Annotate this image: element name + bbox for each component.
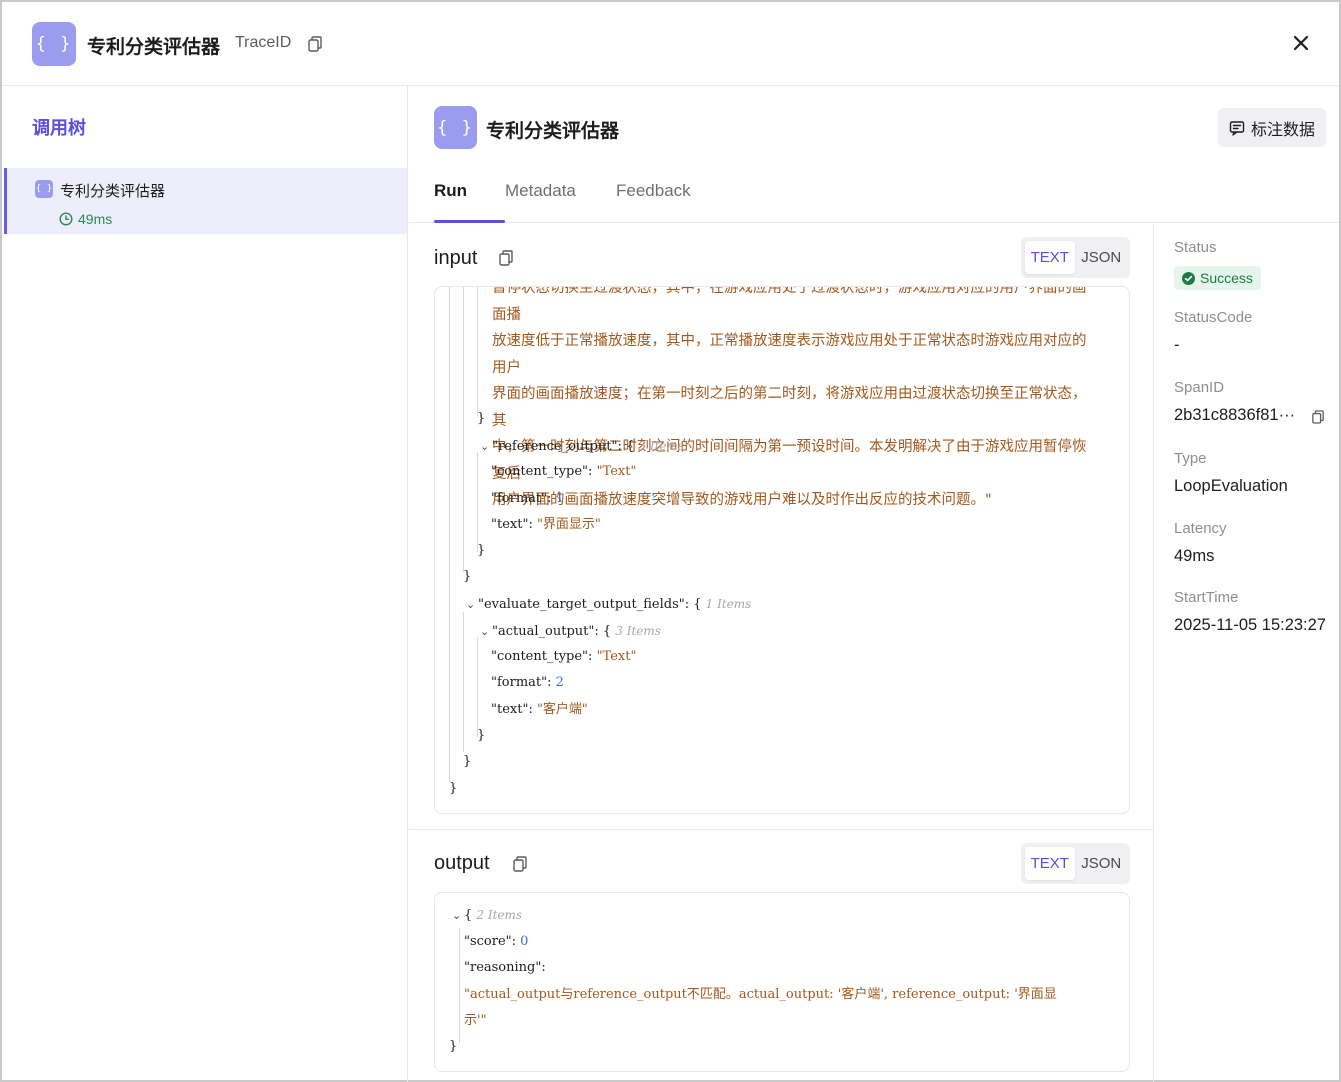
braces-icon: { } — [35, 180, 53, 198]
tree-node-latency: 49ms — [59, 211, 112, 227]
type-label: Type — [1174, 450, 1207, 467]
close-icon[interactable] — [1290, 32, 1312, 54]
span-title: 专利分类评估器 — [486, 121, 620, 142]
span-header: { } 专利分类评估器 标注数据 Run Metadata Feedback — [409, 86, 1339, 223]
call-tree-panel: 调用树 { } 专利分类评估器 49ms — [2, 86, 408, 1082]
tab-feedback[interactable]: Feedback — [616, 181, 691, 223]
panel-header: { } 专利分类评估器 TraceID — [2, 2, 1339, 86]
panel-title: 专利分类评估器 — [87, 37, 221, 58]
actual-output-row[interactable]: ⌄ "actual_output": { 3 Items — [480, 618, 661, 644]
evaluate-target-row[interactable]: ⌄ "evaluate_target_output_fields": { 1 It… — [466, 591, 751, 617]
trace-id-label: TraceID — [235, 34, 292, 51]
chevron-down-icon[interactable]: ⌄ — [452, 903, 464, 929]
type-value: LoopEvaluation — [1174, 477, 1288, 495]
copy-span-id-icon[interactable] — [1312, 410, 1324, 429]
input-text-mode[interactable]: TEXT — [1025, 241, 1075, 274]
annotate-button[interactable]: 标注数据 — [1218, 108, 1326, 147]
input-json-mode[interactable]: JSON — [1077, 241, 1127, 274]
status-code-value: - — [1174, 336, 1180, 354]
braces-icon: { } — [32, 22, 76, 66]
chevron-down-icon[interactable]: ⌄ — [480, 434, 492, 460]
span-tabs: Run Metadata Feedback — [434, 181, 691, 223]
span-info: Status Success StatusCode - SpanID 2b31c… — [1155, 224, 1339, 1082]
braces-icon: { } — [434, 106, 477, 149]
span-id-label: SpanID — [1174, 379, 1225, 396]
output-text-mode[interactable]: TEXT — [1025, 847, 1075, 880]
clock-icon — [59, 212, 73, 226]
annotate-icon — [1229, 120, 1245, 136]
output-title: output — [434, 852, 490, 874]
output-view-toggle: TEXT JSON — [1021, 843, 1130, 884]
output-root-row[interactable]: ⌄{ 2 Items — [452, 902, 522, 928]
check-circle-icon — [1182, 271, 1195, 285]
chevron-down-icon[interactable]: ⌄ — [480, 619, 492, 645]
start-time-label: StartTime — [1174, 589, 1239, 606]
input-view-toggle: TEXT JSON — [1021, 237, 1130, 278]
reference-output-row[interactable]: ⌄ "reference_output": { 3 Items — [480, 433, 684, 459]
output-code-viewer[interactable]: ⌄{ 2 Items "score": 0 "reasoning": "actu… — [434, 892, 1130, 1072]
input-title: input — [434, 247, 478, 269]
copy-input-icon[interactable] — [499, 250, 513, 271]
trace-detail-panel: { } 专利分类评估器 TraceID 调用树 { } 专利分类评估器 49ms… — [0, 0, 1341, 1082]
section-divider — [409, 829, 1153, 830]
span-id-value: 2b31c8836f81··· — [1174, 406, 1296, 424]
call-tree-title: 调用树 — [32, 118, 86, 138]
copy-trace-id-icon[interactable] — [308, 36, 322, 57]
copy-output-icon[interactable] — [513, 856, 527, 877]
output-json-mode[interactable]: JSON — [1077, 847, 1127, 880]
latency-value: 49ms — [1174, 547, 1215, 565]
tab-metadata[interactable]: Metadata — [505, 181, 616, 223]
input-code-viewer[interactable]: 暂停状态切换至过渡状态，其中，在游戏应用处于过渡状态时，游戏应用对应的用户界面的… — [434, 286, 1130, 814]
status-value: Success — [1200, 270, 1253, 286]
tree-node-label: 专利分类评估器 — [60, 183, 166, 200]
tab-run[interactable]: Run — [434, 181, 505, 223]
tree-node[interactable]: { } 专利分类评估器 49ms — [4, 168, 407, 234]
latency-text: 49ms — [78, 211, 113, 227]
chevron-down-icon[interactable]: ⌄ — [466, 592, 478, 618]
status-badge: Success — [1174, 266, 1261, 290]
run-content: input TEXT JSON 暂停状态切换至过渡状态，其中，在游戏应用处于过渡… — [409, 224, 1154, 1082]
status-label: Status — [1174, 239, 1217, 256]
status-code-label: StatusCode — [1174, 309, 1253, 326]
start-time-value: 2025-11-05 15:23:27 — [1174, 616, 1326, 634]
annotate-label: 标注数据 — [1250, 121, 1315, 139]
latency-label: Latency — [1174, 520, 1227, 537]
